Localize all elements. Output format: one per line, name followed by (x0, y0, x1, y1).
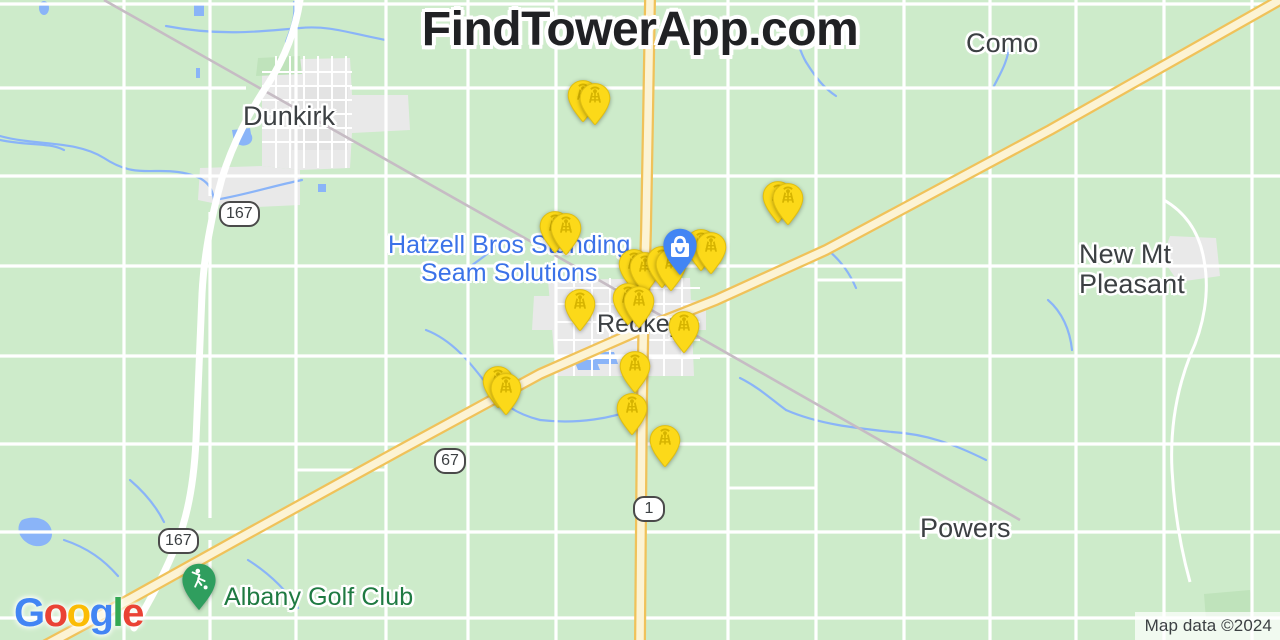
google-logo-letter-g: g (89, 591, 114, 635)
tower-pin[interactable] (648, 424, 682, 468)
store-pin[interactable] (661, 227, 699, 277)
golfer-icon (182, 563, 216, 610)
tower-pin[interactable] (563, 288, 597, 332)
google-logo-letter-o1: o (43, 591, 68, 635)
shopping-bag-icon (663, 228, 697, 275)
tower-pin[interactable] (549, 212, 583, 256)
tower-pin[interactable] (667, 310, 701, 354)
tower-pin[interactable] (489, 372, 523, 416)
route-shield-1: 1 (633, 496, 665, 522)
tower-pin[interactable] (694, 231, 728, 275)
cell-tower-icon (579, 83, 611, 125)
route-shield-167-south: 167 (158, 528, 199, 554)
cell-tower-icon (490, 373, 522, 415)
google-logo-letter-l: l (112, 591, 123, 635)
cell-tower-icon (619, 351, 651, 393)
route-shield-167-north: 167 (219, 201, 260, 227)
google-logo-letter-e: e (122, 591, 144, 635)
tower-pin[interactable] (578, 82, 612, 126)
cell-tower-icon (772, 183, 804, 225)
cell-tower-icon (668, 311, 700, 353)
cell-tower-icon (550, 213, 582, 255)
cell-tower-icon (649, 425, 681, 467)
google-logo-letter-o2: o (66, 591, 91, 635)
google-logo[interactable]: Google (14, 591, 144, 636)
tower-pin[interactable] (771, 182, 805, 226)
cell-tower-icon (616, 393, 648, 435)
map-attribution: Map data ©2024 (1134, 612, 1280, 640)
tower-pin[interactable] (615, 392, 649, 436)
tower-pin[interactable] (618, 350, 652, 394)
cell-tower-icon (695, 232, 727, 274)
route-shield-67: 67 (434, 448, 466, 474)
cell-tower-icon (623, 286, 655, 328)
cell-tower-icon (564, 289, 596, 331)
map-viewport[interactable]: FindTowerApp.com Dunkirk Como New Mt Pleas… (0, 0, 1280, 640)
tower-pin[interactable] (622, 285, 656, 329)
golf-pin[interactable] (180, 562, 218, 612)
google-logo-letter-G: G (14, 591, 45, 635)
